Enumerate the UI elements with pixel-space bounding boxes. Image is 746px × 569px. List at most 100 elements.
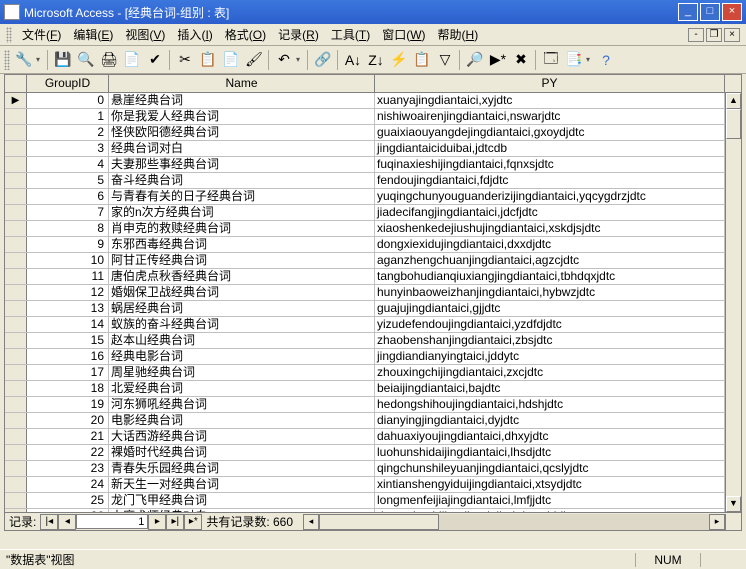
cell-name[interactable]: 经典电影台词 [109, 349, 375, 364]
minimize-button[interactable]: _ [678, 3, 698, 21]
cell-py[interactable]: dianyingjingdiantaici,dyjdtc [375, 413, 725, 428]
row-selector[interactable] [5, 301, 27, 316]
cell-id[interactable]: 4 [27, 157, 109, 172]
row-selector[interactable] [5, 333, 27, 348]
cell-id[interactable]: 17 [27, 365, 109, 380]
cell-name[interactable]: 河东狮吼经典台词 [109, 397, 375, 412]
row-selector[interactable] [5, 237, 27, 252]
scroll-thumb[interactable] [726, 109, 741, 139]
horizontal-scrollbar[interactable]: ◂ ▸ [303, 514, 725, 530]
cell-name[interactable]: 阿甘正传经典台词 [109, 253, 375, 268]
hscroll-thumb[interactable] [319, 514, 439, 530]
cell-id[interactable]: 22 [27, 445, 109, 460]
filter-selection-button[interactable]: ⚡ [388, 49, 410, 71]
nav-next-button[interactable]: ▸ [148, 514, 166, 530]
table-row[interactable]: 2怪侠欧阳德经典台词guaixiaouyangdejingdiantaici,g… [5, 125, 741, 141]
hscroll-track[interactable] [439, 514, 709, 530]
table-row[interactable]: 8肖申克的救赎经典台词xiaoshenkedejiushujingdiantai… [5, 221, 741, 237]
table-row[interactable]: 20电影经典台词dianyingjingdiantaici,dyjdtc [5, 413, 741, 429]
table-row[interactable]: 21大话西游经典台词dahuaxiyoujingdiantaici,dhxyjd… [5, 429, 741, 445]
cell-id[interactable]: 9 [27, 237, 109, 252]
table-row[interactable]: 1你是我爱人经典台词nishiwoairenjingdiantaici,nswa… [5, 109, 741, 125]
nav-prev-button[interactable]: ◂ [58, 514, 76, 530]
cell-py[interactable]: xintianshengyiduijingdiantaici,xtsydjdtc [375, 477, 725, 492]
row-selector[interactable] [5, 221, 27, 236]
scroll-up-button[interactable]: ▲ [726, 93, 741, 109]
table-row[interactable]: 4夫妻那些事经典台词fuqinaxieshijingdiantaici,fqnx… [5, 157, 741, 173]
row-selector[interactable] [5, 125, 27, 140]
hyperlink-button[interactable]: 🔗 [312, 49, 334, 71]
sort-desc-button[interactable]: Z↓ [365, 49, 387, 71]
cell-name[interactable]: 青春失乐园经典台词 [109, 461, 375, 476]
row-selector[interactable] [5, 189, 27, 204]
cell-id[interactable]: 23 [27, 461, 109, 476]
column-header-groupid[interactable]: GroupID [27, 75, 109, 92]
nav-new-button[interactable]: ▸* [184, 514, 202, 530]
table-row[interactable]: 23青春失乐园经典台词qingchunshileyuanjingdiantaic… [5, 461, 741, 477]
table-row[interactable]: 22裸婚时代经典台词luohunshidaijingdiantaici,lhsd… [5, 445, 741, 461]
print-button[interactable]: 🖨 [98, 49, 120, 71]
menu-help[interactable]: 帮助(H) [432, 24, 485, 45]
cell-name[interactable]: 赵本山经典台词 [109, 333, 375, 348]
view-button[interactable]: 🔧 [13, 49, 35, 71]
cell-id[interactable]: 14 [27, 317, 109, 332]
cell-name[interactable]: 怪侠欧阳德经典台词 [109, 125, 375, 140]
cell-name[interactable]: 新天生一对经典台词 [109, 477, 375, 492]
vertical-scrollbar[interactable]: ▲ ▼ [725, 93, 741, 512]
table-row[interactable]: 6与青春有关的日子经典台词yuqingchunyouguanderizijing… [5, 189, 741, 205]
table-row[interactable]: 17周星驰经典台词zhouxingchijingdiantaici,zxcjdt… [5, 365, 741, 381]
help-button[interactable]: ? [595, 49, 617, 71]
hscroll-right-button[interactable]: ▸ [709, 514, 725, 530]
cell-id[interactable]: 24 [27, 477, 109, 492]
cell-py[interactable]: luohunshidaijingdiantaici,lhsdjdtc [375, 445, 725, 460]
table-row[interactable]: 11唐伯虎点秋香经典台词tangbohudianqiuxiangjingdian… [5, 269, 741, 285]
cell-name[interactable]: 唐伯虎点秋香经典台词 [109, 269, 375, 284]
doc-close-button[interactable]: × [724, 28, 740, 42]
cell-py[interactable]: hedongshihoujingdiantaici,hdshjdtc [375, 397, 725, 412]
search-file-button[interactable]: 🔍 [75, 49, 97, 71]
find-button[interactable]: 🔎 [464, 49, 486, 71]
delete-record-button[interactable]: ✖ [510, 49, 532, 71]
row-selector[interactable] [5, 173, 27, 188]
doc-restore-button[interactable]: ❐ [706, 28, 722, 42]
table-row[interactable]: 25龙门飞甲经典台词longmenfeijiajingdiantaici,lmf… [5, 493, 741, 509]
cell-py[interactable]: jingdiandianyingtaici,jddytc [375, 349, 725, 364]
cell-py[interactable]: yuqingchunyouguanderizijingdiantaici,yqc… [375, 189, 725, 204]
cell-name[interactable]: 裸婚时代经典台词 [109, 445, 375, 460]
cell-py[interactable]: longmenfeijiajingdiantaici,lmfjjdtc [375, 493, 725, 508]
cell-id[interactable]: 11 [27, 269, 109, 284]
cell-py[interactable]: yizudefendoujingdiantaici,yzdfdjdtc [375, 317, 725, 332]
cell-id[interactable]: 20 [27, 413, 109, 428]
row-selector[interactable] [5, 317, 27, 332]
cell-py[interactable]: fuqinaxieshijingdiantaici,fqnxsjdtc [375, 157, 725, 172]
cell-py[interactable]: guajujingdiantaici,gjjdtc [375, 301, 725, 316]
row-selector[interactable] [5, 413, 27, 428]
cell-id[interactable]: 18 [27, 381, 109, 396]
row-selector[interactable] [5, 381, 27, 396]
table-row[interactable]: 13蜗居经典台词guajujingdiantaici,gjjdtc [5, 301, 741, 317]
new-object-button[interactable]: 📑 [563, 49, 585, 71]
row-selector[interactable] [5, 205, 27, 220]
format-painter-button[interactable]: 🖌 [243, 49, 265, 71]
cell-name[interactable]: 北爱经典台词 [109, 381, 375, 396]
row-selector[interactable] [5, 461, 27, 476]
row-selector[interactable] [5, 477, 27, 492]
cell-id[interactable]: 2 [27, 125, 109, 140]
select-all-corner[interactable] [5, 75, 27, 92]
scroll-down-button[interactable]: ▼ [726, 496, 741, 512]
cell-name[interactable]: 蚁族的奋斗经典台词 [109, 317, 375, 332]
table-row[interactable]: 15赵本山经典台词zhaobenshanjingdiantaici,zbsjdt… [5, 333, 741, 349]
print-preview-button[interactable]: 📄 [121, 49, 143, 71]
cell-py[interactable]: jingdiantaiciduibai,jdtcdb [375, 141, 725, 156]
hscroll-left-button[interactable]: ◂ [303, 514, 319, 530]
cell-name[interactable]: 奋斗经典台词 [109, 173, 375, 188]
menu-window[interactable]: 窗口(W) [376, 24, 431, 45]
cell-id[interactable]: 7 [27, 205, 109, 220]
table-row[interactable]: 12婚姻保卫战经典台词hunyinbaoweizhanjingdiantaici… [5, 285, 741, 301]
cell-py[interactable]: beiaijingdiantaici,bajdtc [375, 381, 725, 396]
cell-name[interactable]: 电影经典台词 [109, 413, 375, 428]
row-selector[interactable] [5, 253, 27, 268]
doc-minimize-button[interactable]: - [688, 28, 704, 42]
cell-id[interactable]: 6 [27, 189, 109, 204]
cell-id[interactable]: 25 [27, 493, 109, 508]
